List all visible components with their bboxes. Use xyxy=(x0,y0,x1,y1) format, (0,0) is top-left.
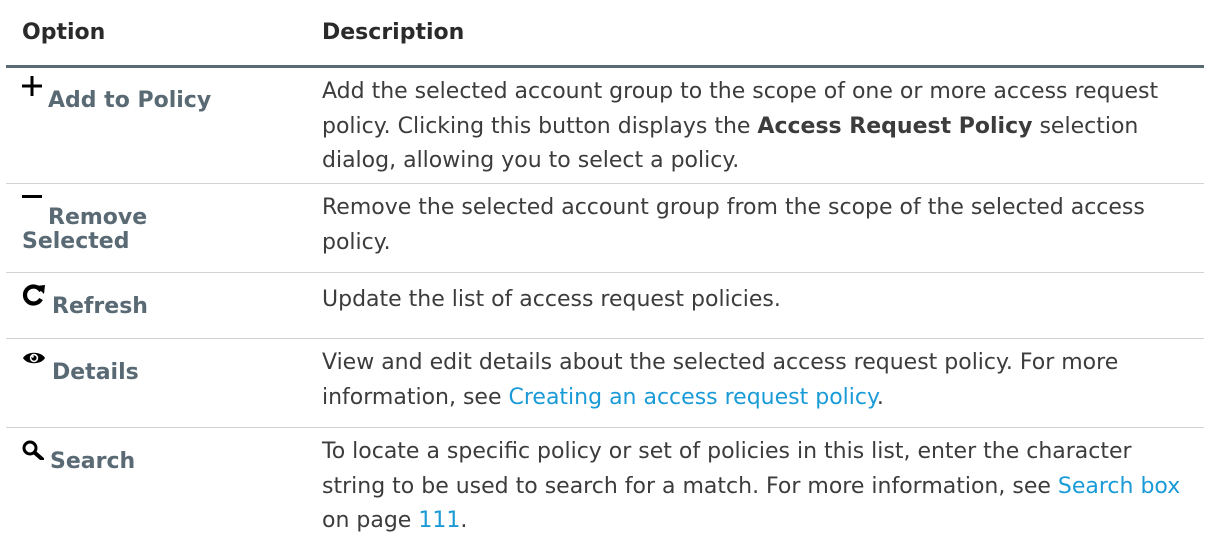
description-text: . xyxy=(876,384,884,410)
page-111-link[interactable]: 111 xyxy=(418,508,460,533)
description-cell: To locate a specific policy or set of po… xyxy=(306,428,1204,552)
description-cell: Update the list of access request polici… xyxy=(322,287,781,312)
header-option: Option xyxy=(22,20,106,45)
option-cell: Refresh xyxy=(6,273,306,338)
table-row-refresh: Refresh Update the list of access reques… xyxy=(6,273,1204,339)
description-text: To locate a specific policy or set of po… xyxy=(322,439,1132,499)
table-row-search: Search To locate a specific policy or se… xyxy=(6,428,1204,552)
creating-policy-link[interactable]: Creating an access request policy xyxy=(508,385,876,410)
search-box-link[interactable]: Search box xyxy=(1058,474,1180,499)
search-icon xyxy=(22,440,44,460)
description-text: on page xyxy=(322,508,419,533)
table-header: Option Description xyxy=(6,0,1204,68)
description-text: . xyxy=(460,508,468,533)
plus-icon xyxy=(22,76,42,96)
description-cell: Remove the selected account group from t… xyxy=(322,195,1145,255)
option-cell: Add to Policy xyxy=(6,68,306,183)
description-cell: Add the selected account group to the sc… xyxy=(306,68,1204,183)
option-cell: Remove Selected xyxy=(6,184,306,272)
remove-selected-label-line1: Remove xyxy=(48,205,148,230)
search-label: Search xyxy=(50,449,136,474)
description-cell: View and edit details about the selected… xyxy=(306,339,1204,427)
details-label: Details xyxy=(52,360,139,385)
option-cell: Details xyxy=(6,339,306,427)
table-row-details: Details View and edit details about the … xyxy=(6,339,1204,428)
header-description: Description xyxy=(322,20,465,45)
table-row-add-to-policy: Add to Policy Add the selected account g… xyxy=(6,68,1204,184)
minus-icon xyxy=(22,194,42,204)
option-cell: Search xyxy=(6,428,306,552)
add-to-policy-label: Add to Policy xyxy=(48,88,212,113)
table-row-remove-selected: Remove Selected Remove the selected acco… xyxy=(6,184,1204,273)
options-table: Option Description Add to Policy Add the… xyxy=(6,0,1204,552)
description-bold: Access Request Policy xyxy=(757,113,1033,139)
eye-icon xyxy=(22,350,46,366)
refresh-label: Refresh xyxy=(52,294,148,319)
refresh-icon xyxy=(22,284,46,306)
